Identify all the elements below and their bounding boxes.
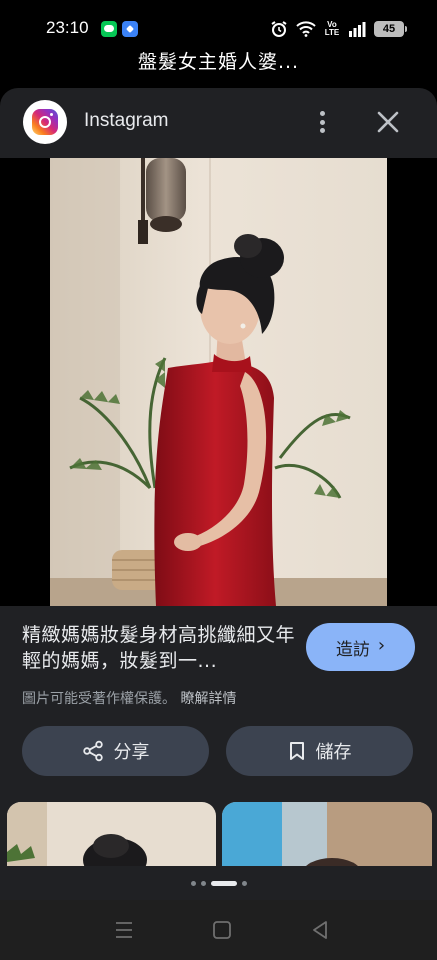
volte-icon: Vo LTE (324, 20, 340, 37)
learn-more-link[interactable]: 瞭解詳情 (180, 691, 236, 707)
status-bar: 23:10 Vo LTE 45 (0, 0, 437, 46)
instagram-glyph (32, 109, 58, 135)
visit-label: 造訪 (335, 639, 370, 660)
copyright-notice: 圖片可能受著作權保護。 瞭解詳情 (22, 688, 236, 708)
blue-app-icon (122, 21, 138, 37)
system-navigation-bar (0, 900, 437, 960)
back-button[interactable] (308, 918, 332, 942)
pager-dot (190, 880, 196, 886)
chevron-right-icon: › (377, 635, 386, 656)
image-viewer[interactable] (0, 158, 437, 652)
action-buttons: 分享 儲存 (0, 726, 437, 796)
related-image-thumbnail[interactable] (7, 802, 216, 866)
pager-dot (241, 880, 247, 886)
related-image-thumbnail[interactable] (222, 802, 432, 866)
more-dot (319, 128, 325, 133)
status-time: 23:10 (46, 18, 89, 37)
menu-icon (116, 922, 132, 938)
save-label: 儲存 (315, 742, 352, 763)
home-button[interactable] (210, 918, 234, 942)
close-button[interactable] (374, 108, 402, 136)
line-app-icon (101, 21, 117, 37)
source-name[interactable]: Instagram (84, 110, 168, 132)
more-options-button[interactable] (310, 108, 334, 136)
visit-button[interactable]: 造訪 › (306, 623, 415, 671)
save-button[interactable]: 儲存 (226, 726, 413, 776)
more-dot (319, 111, 325, 116)
more-dot (319, 119, 325, 125)
back-triangle-icon (313, 921, 327, 939)
close-icon (377, 111, 399, 133)
source-bar: Instagram (0, 88, 437, 158)
alarm-icon (270, 20, 288, 38)
wifi-icon (296, 21, 316, 37)
home-square-icon (213, 921, 231, 939)
share-button[interactable]: 分享 (22, 726, 209, 776)
bookmark-icon (289, 742, 304, 760)
recent-apps-button[interactable] (112, 918, 136, 942)
related-images (0, 802, 437, 866)
result-photo[interactable] (50, 158, 387, 606)
share-icon (82, 740, 103, 762)
instagram-icon[interactable] (23, 100, 67, 144)
pager-dot-active (210, 880, 237, 886)
image-result-sheet: Instagram 精緻媽媽妝髮身材高挑纖細又年輕的媽媽，妝髮到一... 造訪 … (0, 88, 437, 900)
page-title: 盤髮女主婚人婆... (137, 51, 300, 73)
battery-icon: 45 (374, 21, 407, 37)
pager-dot (200, 880, 206, 886)
share-label: 分享 (113, 742, 150, 763)
result-title[interactable]: 精緻媽媽妝髮身材高挑纖細又年輕的媽媽，妝髮到一... (22, 622, 297, 674)
signal-icon (348, 21, 366, 37)
result-info: 精緻媽媽妝髮身材高挑纖細又年輕的媽媽，妝髮到一... 造訪 › 圖片可能受著作權… (0, 606, 437, 726)
copyright-text: 圖片可能受著作權保護。 (22, 691, 176, 707)
carousel-pager (0, 866, 437, 900)
